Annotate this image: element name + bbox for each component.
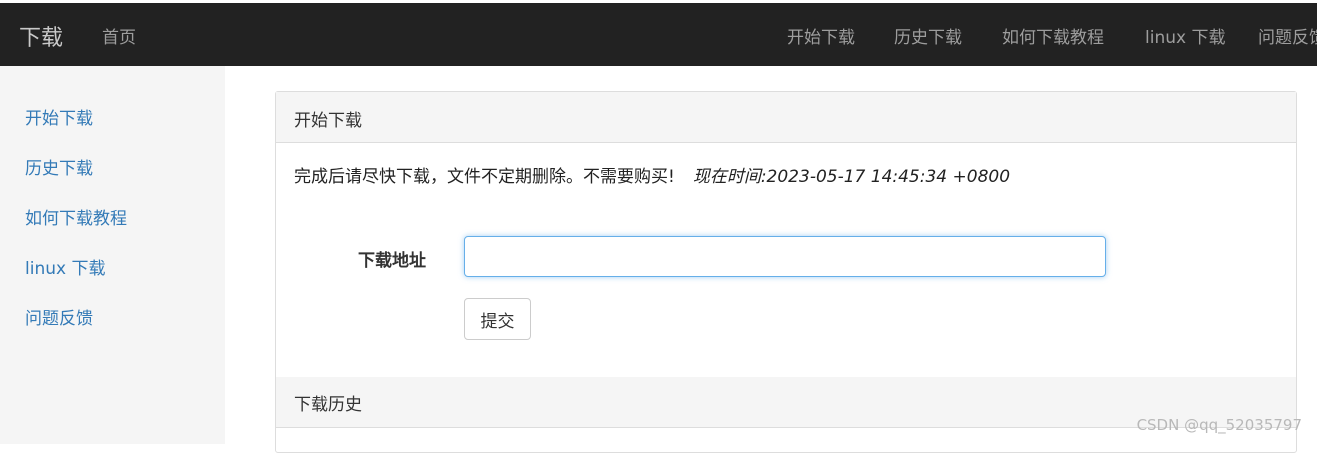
nav-linux-download[interactable]: linux 下载 [1145,23,1225,48]
top-navbar: 下载 首页 开始下载 历史下载 如何下载教程 linux 下载 问题反馈 [0,3,1317,66]
nav-home-link[interactable]: 首页 [102,23,136,48]
nav-start-download[interactable]: 开始下载 [787,23,855,48]
sidebar-item-download-history[interactable]: 历史下载 [25,154,93,179]
current-time: 现在时间:2023-05-17 14:45:34 +0800 [692,167,1011,187]
watermark: CSDN @qq_52035797 [1136,416,1302,434]
download-url-label: 下载地址 [358,251,426,271]
panel-heading: 开始下载 [276,92,1296,143]
notice-message: 完成后请尽快下载，文件不定期删除。不需要购买! [294,167,675,187]
nav-feedback[interactable]: 问题反馈 [1258,23,1317,48]
navbar-brand[interactable]: 下载 [19,20,63,52]
panel-title: 开始下载 [294,111,362,131]
sidebar-item-start-download[interactable]: 开始下载 [25,104,93,129]
sidebar-item-download-tutorial[interactable]: 如何下载教程 [25,204,127,229]
nav-download-history[interactable]: 历史下载 [894,23,962,48]
nav-download-tutorial[interactable]: 如何下载教程 [1002,23,1104,48]
submit-button[interactable]: 提交 [464,298,531,340]
notice-text: 完成后请尽快下载，文件不定期删除。不需要购买! 现在时间:2023-05-17 1… [294,162,1010,187]
sidebar: 开始下载 历史下载 如何下载教程 linux 下载 问题反馈 [0,66,225,444]
download-panel: 开始下载 完成后请尽快下载，文件不定期删除。不需要购买! 现在时间:2023-05… [275,91,1297,453]
history-title: 下载历史 [294,395,362,415]
sidebar-item-linux-download[interactable]: linux 下载 [25,254,105,279]
sidebar-item-feedback[interactable]: 问题反馈 [25,304,93,329]
download-url-input[interactable] [464,236,1106,277]
